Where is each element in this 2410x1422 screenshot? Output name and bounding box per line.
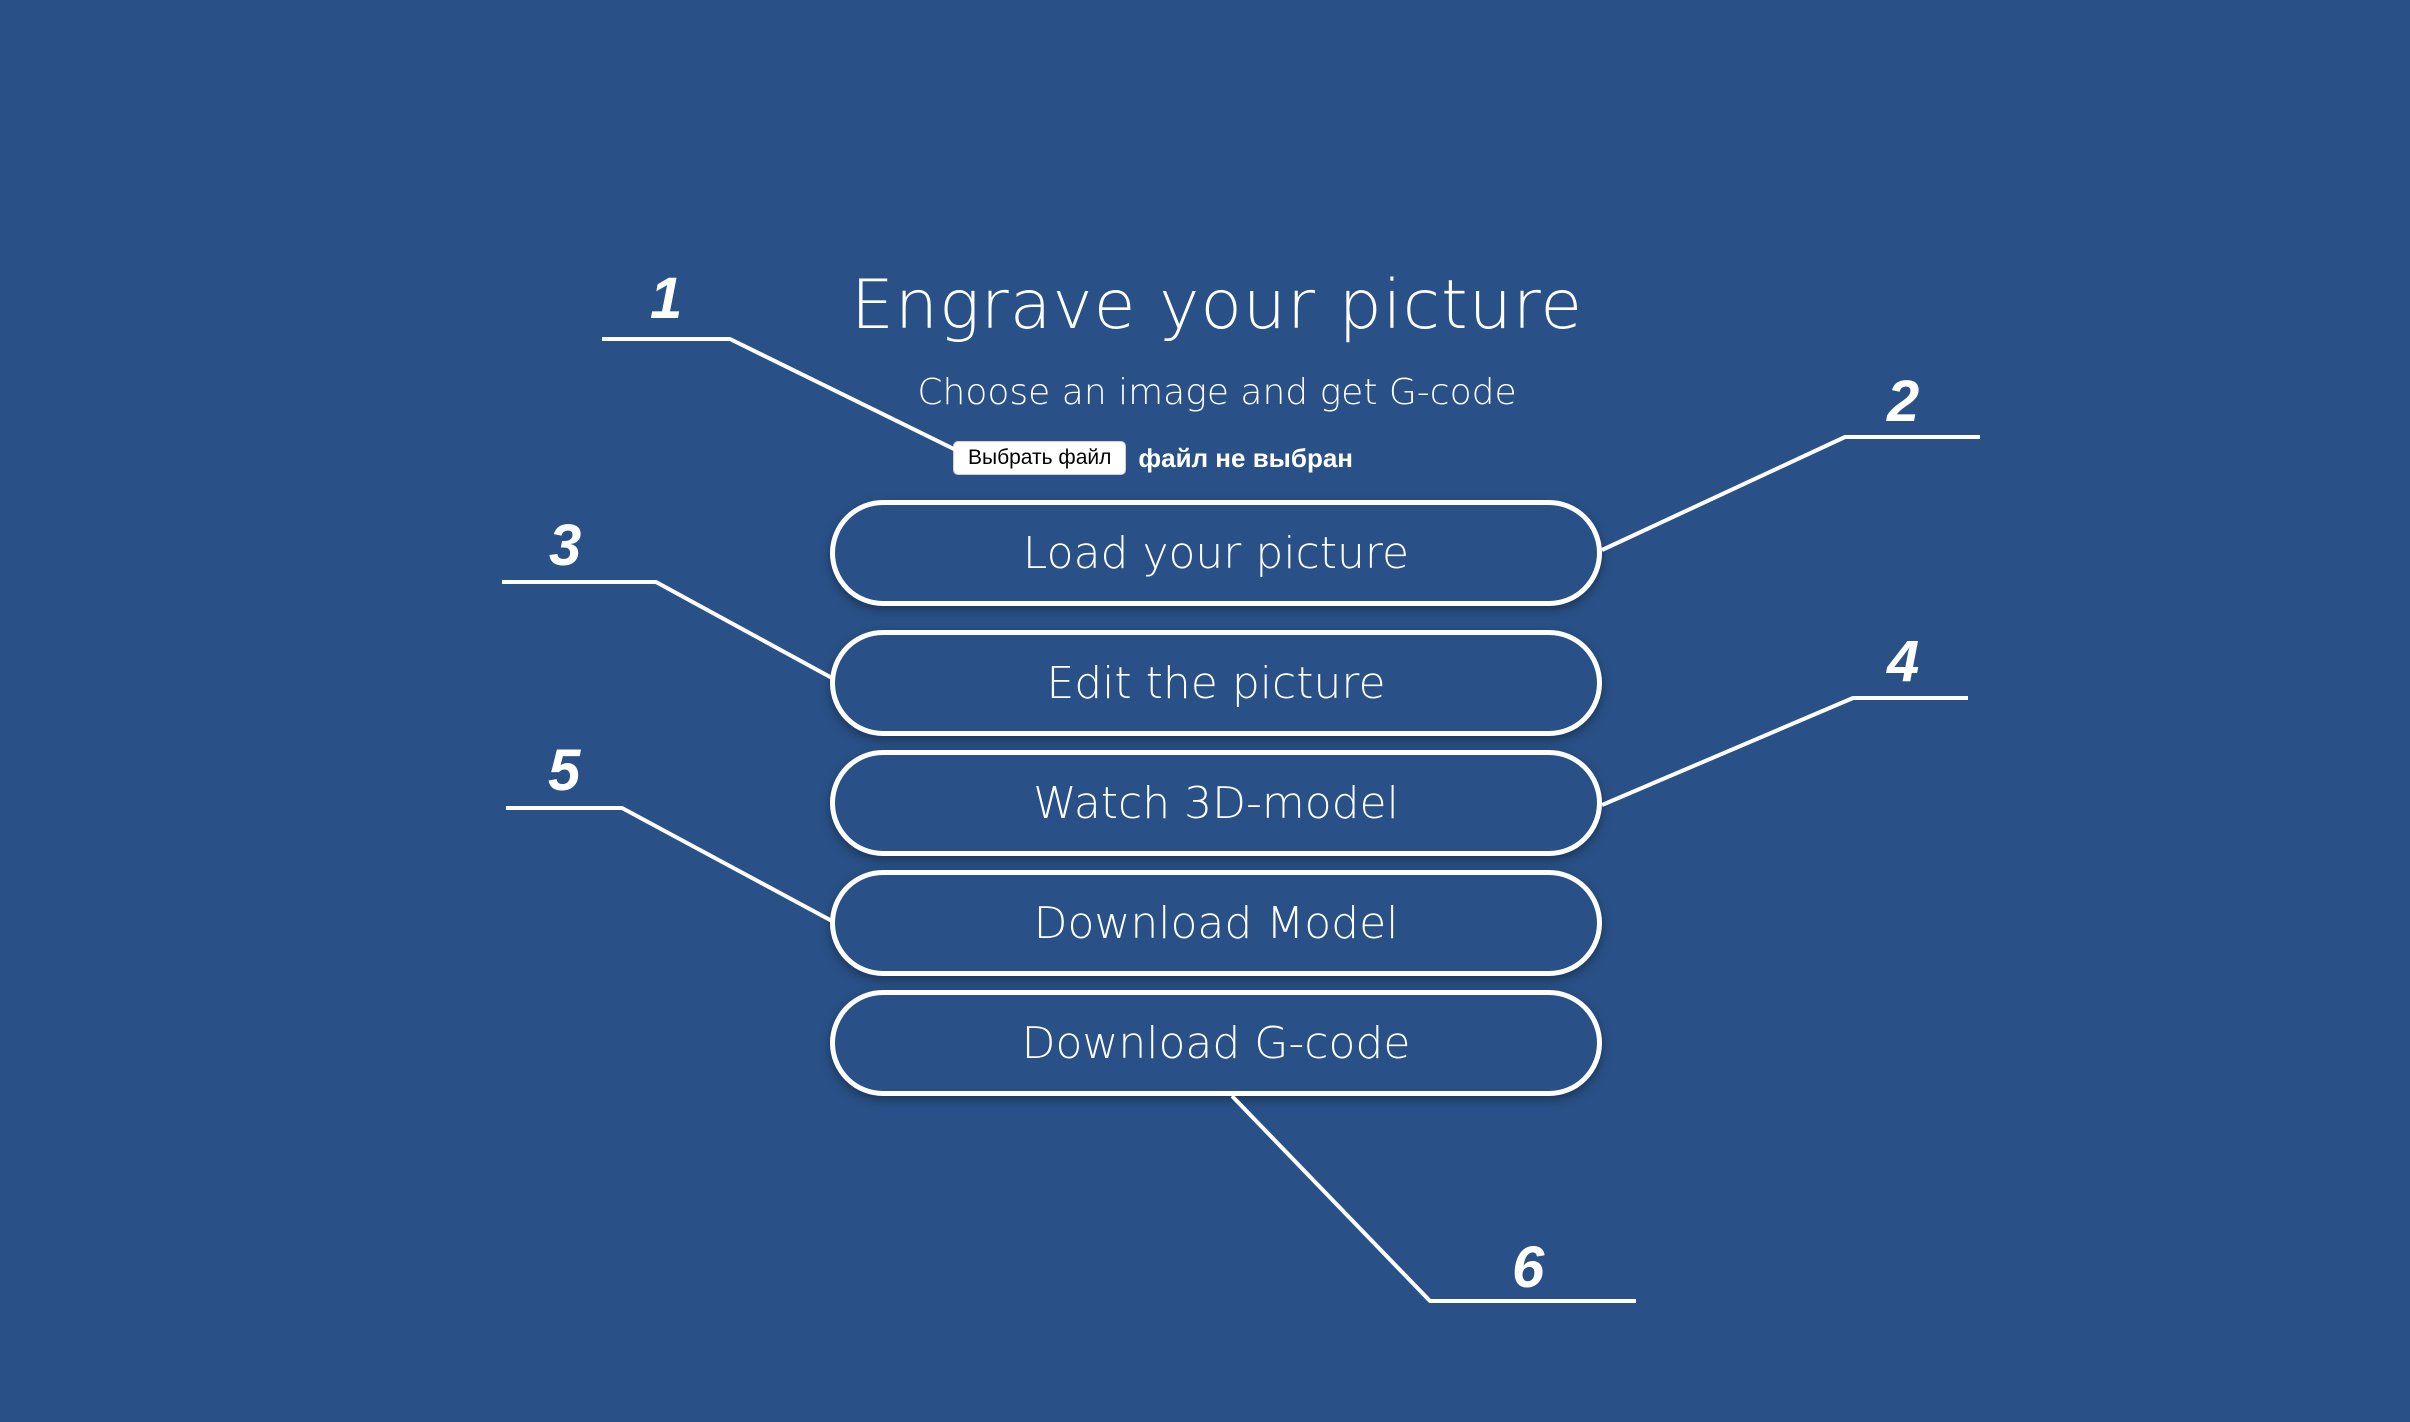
- page: Engrave your picture Choose an image and…: [0, 0, 2410, 1422]
- page-title: Engrave your picture: [850, 266, 1584, 345]
- download-model-button[interactable]: Download Model: [830, 870, 1602, 976]
- file-status-label: файл не выбран: [1138, 442, 1353, 473]
- download-gcode-button[interactable]: Download G-code: [830, 990, 1602, 1096]
- watch-3d-model-button[interactable]: Watch 3D-model: [830, 750, 1602, 856]
- page-subtitle: Choose an image and get G-code: [917, 372, 1517, 413]
- load-picture-button[interactable]: Load your picture: [830, 500, 1602, 606]
- callout-line-6: [1230, 1094, 1636, 1303]
- callout-number-4: 4: [1886, 629, 1919, 694]
- callout-number-5: 5: [548, 738, 581, 803]
- choose-file-button[interactable]: Выбрать файл: [953, 441, 1127, 475]
- callout-line-3: [502, 580, 833, 680]
- callout-line-2: [1601, 435, 1980, 552]
- callout-line-4: [1601, 696, 1968, 807]
- callout-number-6: 6: [1512, 1235, 1545, 1300]
- callout-number-3: 3: [549, 513, 581, 578]
- callout-line-5: [506, 806, 833, 923]
- edit-picture-button[interactable]: Edit the picture: [830, 630, 1602, 736]
- file-input: Выбрать файл файл не выбран: [953, 440, 1353, 476]
